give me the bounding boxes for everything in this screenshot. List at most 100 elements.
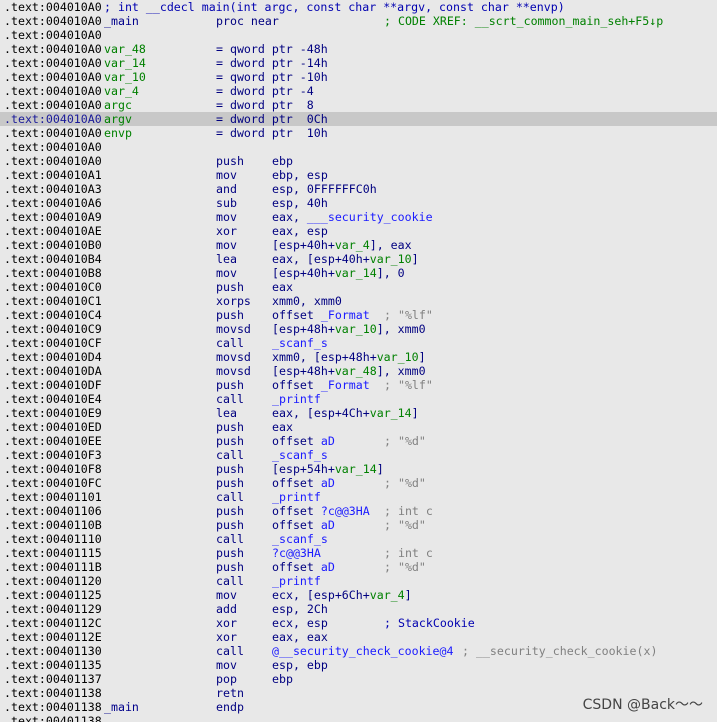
stack-variable[interactable]: envp (104, 126, 132, 140)
disasm-line[interactable]: .text:004010B8 mov [esp+40h+var_14], 0 (0, 266, 717, 280)
symbol-reference[interactable]: _printf (272, 574, 321, 588)
stack-variable[interactable]: var_4 (104, 84, 139, 98)
disasm-line[interactable]: .text:004010A9 mov eax, ___security_cookie (0, 210, 717, 224)
operand-text: ebp (272, 154, 293, 168)
disasm-line[interactable]: .text:004010A0 argv = dword ptr 0Ch (0, 112, 717, 126)
symbol-reference[interactable]: ?c@@3HA (321, 504, 370, 518)
symbol-reference[interactable]: _Format (321, 308, 370, 322)
disasm-line[interactable]: .text:004010A0 var_4 = dword ptr -4 (0, 84, 717, 98)
symbol-reference[interactable]: aD (321, 560, 335, 574)
disasm-line[interactable]: .text:0040111B push offset aD ; "%d" (0, 560, 717, 574)
disasm-line[interactable]: .text:004010EE push offset aD ; "%d" (0, 434, 717, 448)
disasm-line[interactable]: .text:00401115 push ?c@@3HA ; int c (0, 546, 717, 560)
disasm-line[interactable]: .text:0040112C xor ecx, esp ; StackCookie (0, 616, 717, 630)
disasm-line[interactable]: .text:004010A0 (0, 140, 717, 154)
symbol-reference[interactable]: _scanf_s (272, 448, 328, 462)
disasm-line[interactable]: .text:00401137 pop ebp (0, 672, 717, 686)
disasm-line[interactable]: .text:004010C9 movsd [esp+48h+var_10], xmm… (0, 322, 717, 336)
disasm-line[interactable]: .text:004010F3 call _scanf_s (0, 448, 717, 462)
disasm-line[interactable]: .text:004010A1 mov ebp, esp (0, 168, 717, 182)
operands: xmm0, [esp+48h+var_10] (272, 350, 426, 364)
disasm-line[interactable]: .text:004010C0 push eax (0, 280, 717, 294)
disasm-line[interactable]: .text:004010A6 sub esp, 40h (0, 196, 717, 210)
operand-text: eax, eax (272, 630, 328, 644)
disasm-line[interactable]: .text:004010B0 mov [esp+40h+var_4], eax (0, 238, 717, 252)
disasm-line[interactable]: .text:00401129 add esp, 2Ch (0, 602, 717, 616)
symbol-reference[interactable]: _scanf_s (272, 336, 328, 350)
proc-label[interactable]: _main (104, 700, 139, 714)
variable-reference[interactable]: var_48 (335, 364, 377, 378)
disasm-line[interactable]: .text:00401120 call _printf (0, 574, 717, 588)
disasm-line[interactable]: .text:004010A3 and esp, 0FFFFFFC0h (0, 182, 717, 196)
disasm-line[interactable]: .text:00401110 call _scanf_s (0, 532, 717, 546)
disasm-line[interactable]: .text:00401101 call _printf (0, 490, 717, 504)
disasm-line[interactable]: .text:0040110B push offset aD ; "%d" (0, 518, 717, 532)
disasm-line[interactable]: .text:004010F8 push [esp+54h+var_14] (0, 462, 717, 476)
disasm-line[interactable]: .text:00401135 mov esp, ebp (0, 658, 717, 672)
function-signature-comment: ; int __cdecl main(int argc, const char … (104, 0, 565, 14)
disasm-line[interactable]: .text:0040112E xor eax, eax (0, 630, 717, 644)
disasm-line[interactable]: .text:004010A0 _main proc near ; CODE XREF:… (0, 14, 717, 28)
disasm-line[interactable]: .text:004010A0; int __cdecl main(int arg… (0, 0, 717, 14)
symbol-reference[interactable]: aD (321, 518, 335, 532)
disasm-line[interactable]: .text:00401125 mov ecx, [esp+6Ch+var_4] (0, 588, 717, 602)
disasm-line[interactable]: .text:00401138 (0, 714, 717, 722)
variable-reference[interactable]: var_4 (370, 588, 405, 602)
disassembly-view[interactable]: .text:004010A0; int __cdecl main(int arg… (0, 0, 717, 722)
mnemonic: = dword ptr 8 (216, 98, 314, 112)
disasm-line[interactable]: .text:004010A0 var_10 = qword ptr -10h (0, 70, 717, 84)
operands: esp, 0FFFFFFC0h (272, 182, 377, 196)
variable-reference[interactable]: var_4 (335, 238, 370, 252)
symbol-reference[interactable]: aD (321, 434, 335, 448)
disasm-line[interactable]: .text:004010B4 lea eax, [esp+40h+var_10] (0, 252, 717, 266)
disasm-line[interactable]: .text:00401130 call @__security_check_cook… (0, 644, 717, 658)
variable-reference[interactable]: var_10 (370, 252, 412, 266)
proc-label[interactable]: _main (104, 14, 139, 28)
disasm-line[interactable]: .text:004010DF push offset _Format ; "%lf" (0, 378, 717, 392)
symbol-reference[interactable]: _scanf_s (272, 532, 328, 546)
disasm-line[interactable]: .text:004010C1 xorps xmm0, xmm0 (0, 294, 717, 308)
disasm-line[interactable]: .text:004010D4 movsd xmm0, [esp+48h+var_10… (0, 350, 717, 364)
disasm-line[interactable]: .text:004010E4 call _printf (0, 392, 717, 406)
variable-reference[interactable]: var_10 (377, 350, 419, 364)
disasm-line[interactable]: .text:004010A0 argc = dword ptr 8 (0, 98, 717, 112)
stack-variable[interactable]: var_48 (104, 42, 146, 56)
disasm-line[interactable]: .text:004010AE xor eax, esp (0, 224, 717, 238)
operands: _scanf_s (272, 532, 328, 546)
stack-variable[interactable]: var_14 (104, 56, 146, 70)
symbol-reference[interactable]: _printf (272, 490, 321, 504)
disasm-line[interactable]: .text:004010A0 var_48 = qword ptr -48h (0, 42, 717, 56)
operands: [esp+40h+var_14], 0 (272, 266, 405, 280)
variable-reference[interactable]: var_10 (335, 322, 377, 336)
disasm-line[interactable]: .text:004010DA movsd [esp+48h+var_48], xmm… (0, 364, 717, 378)
mnemonic: push (216, 378, 244, 392)
disasm-line[interactable]: .text:004010A0 var_14 = dword ptr -14h (0, 56, 717, 70)
variable-reference[interactable]: var_14 (370, 406, 412, 420)
disasm-line[interactable]: .text:004010C4 push offset _Format ; "%lf" (0, 308, 717, 322)
address: .text:004010B4 (4, 252, 102, 266)
symbol-reference[interactable]: @__security_check_cookie@4 (272, 644, 453, 658)
operands: xmm0, xmm0 (272, 294, 342, 308)
variable-reference[interactable]: var_14 (335, 462, 377, 476)
stack-variable[interactable]: argc (104, 98, 132, 112)
disasm-line[interactable]: .text:004010FC push offset aD ; "%d" (0, 476, 717, 490)
disasm-line[interactable]: .text:004010ED push eax (0, 420, 717, 434)
disasm-line[interactable]: .text:004010CF call _scanf_s (0, 336, 717, 350)
symbol-reference[interactable]: _printf (272, 392, 321, 406)
disasm-line[interactable]: .text:004010A0 envp = dword ptr 10h (0, 126, 717, 140)
disassembly-listing[interactable]: .text:004010A0; int __cdecl main(int arg… (0, 0, 717, 722)
stack-variable[interactable]: argv (104, 112, 132, 126)
disasm-line[interactable]: .text:004010A0 push ebp (0, 154, 717, 168)
symbol-reference[interactable]: _Format (321, 378, 370, 392)
symbol-reference[interactable]: ___security_cookie (307, 210, 433, 224)
symbol-reference[interactable]: aD (321, 476, 335, 490)
mnemonic: = dword ptr -14h (216, 56, 328, 70)
disasm-line[interactable]: .text:004010A0 (0, 28, 717, 42)
disasm-line[interactable]: .text:004010E9 lea eax, [esp+4Ch+var_14] (0, 406, 717, 420)
operand-prefix: [esp+40h+ (272, 238, 335, 252)
address: .text:004010A0 (4, 14, 102, 28)
variable-reference[interactable]: var_14 (335, 266, 377, 280)
stack-variable[interactable]: var_10 (104, 70, 146, 84)
disasm-line[interactable]: .text:00401106 push offset ?c@@3HA ; int c (0, 504, 717, 518)
symbol-reference[interactable]: ?c@@3HA (272, 546, 321, 560)
